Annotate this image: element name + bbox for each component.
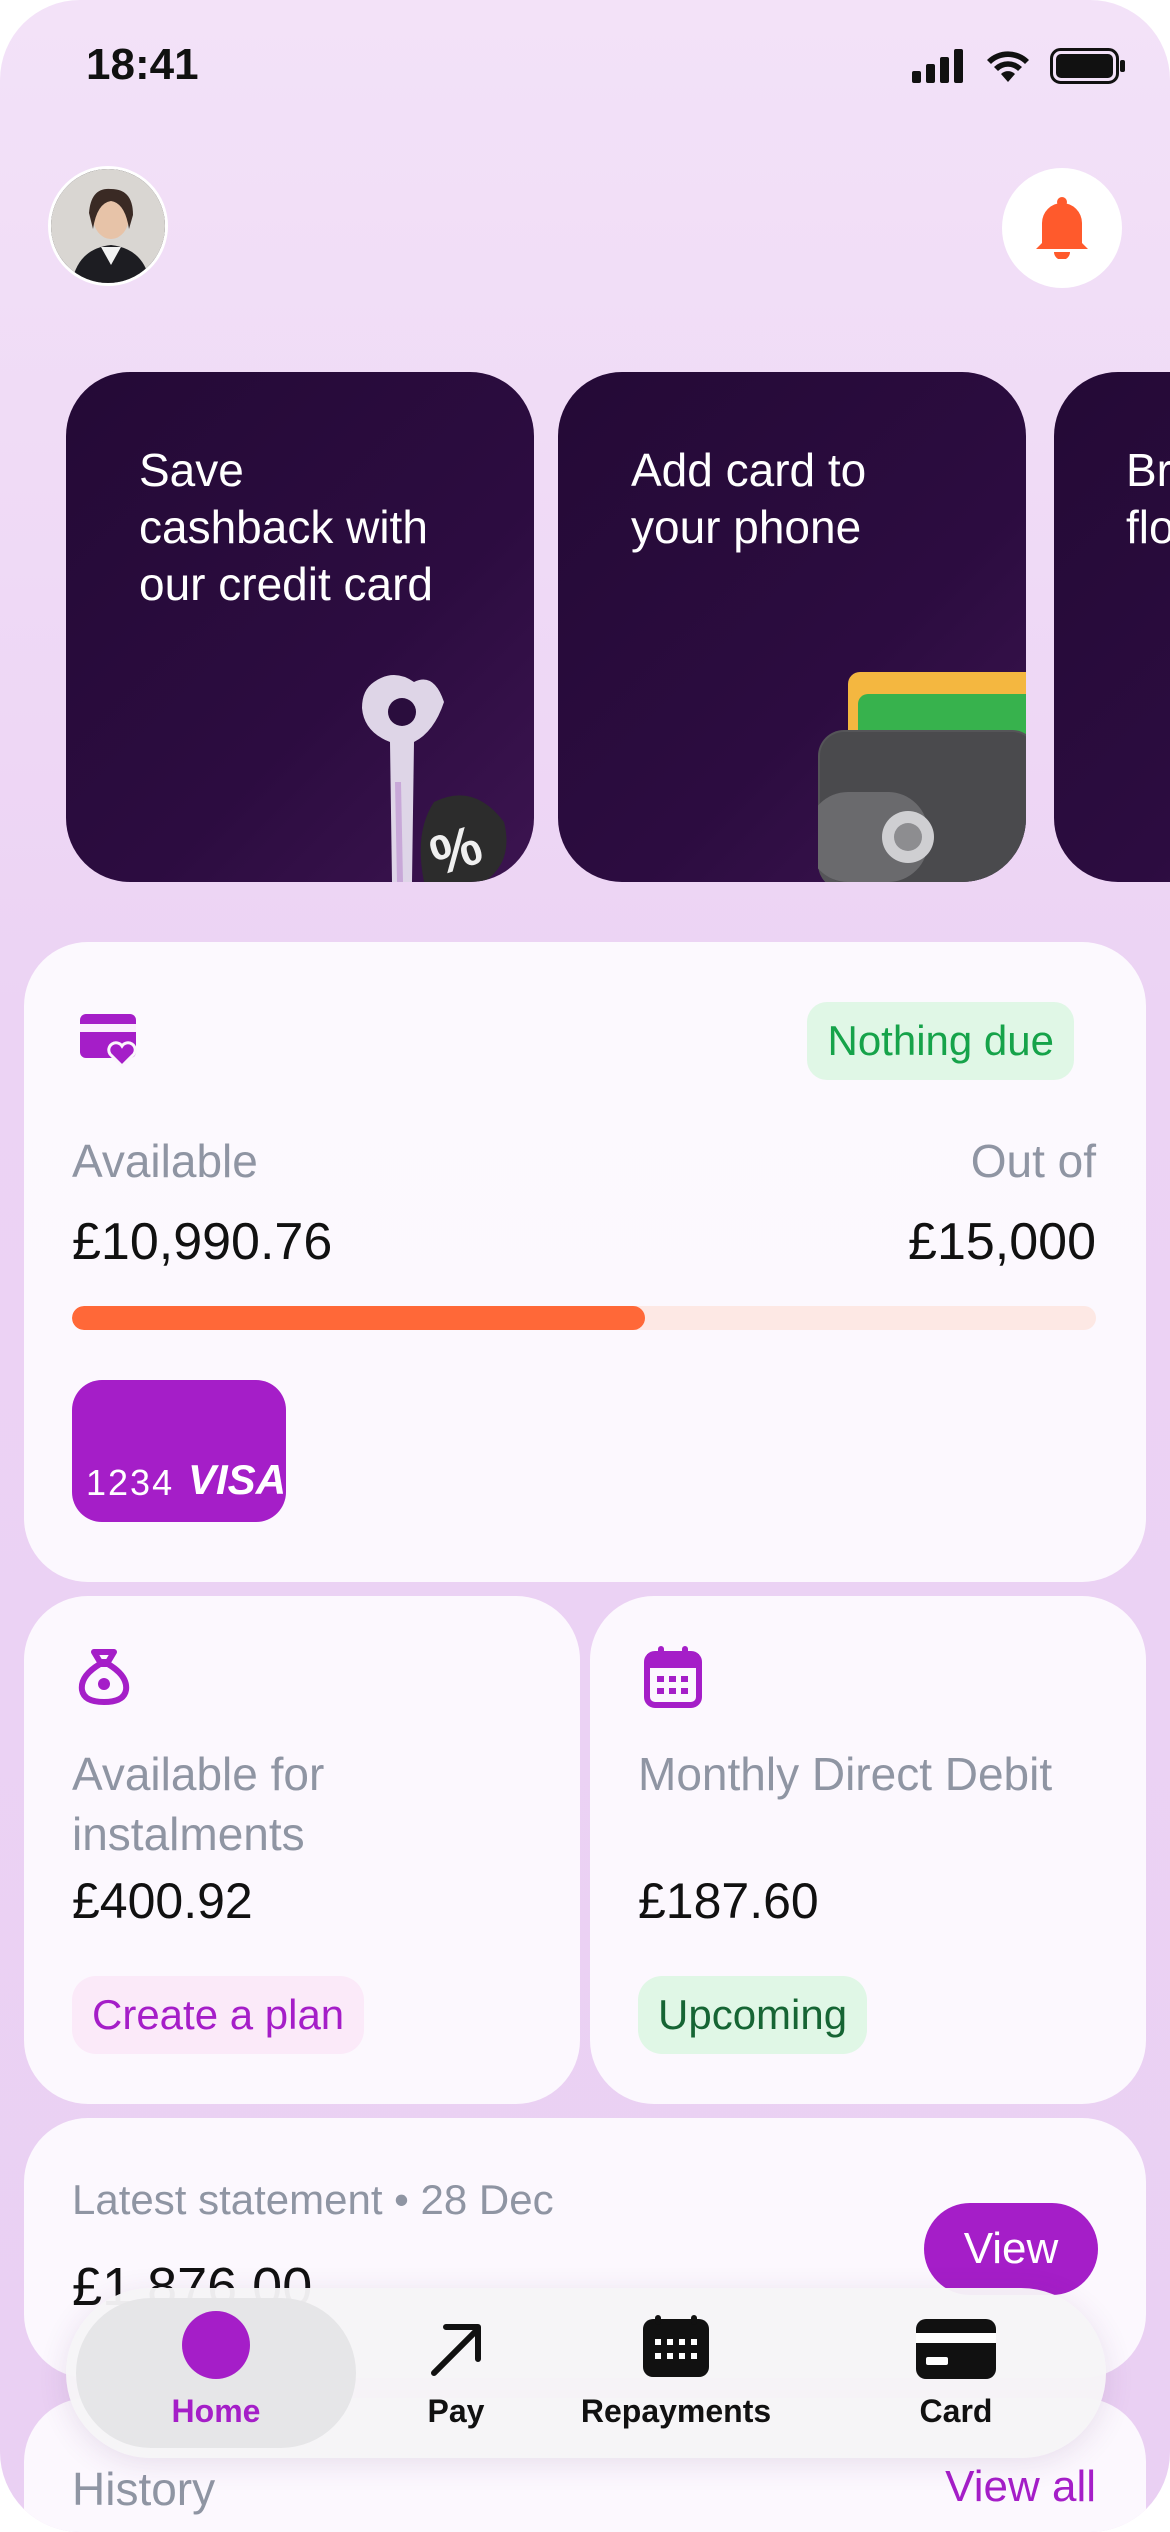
bell-icon <box>1036 197 1088 259</box>
wifi-icon <box>987 51 1029 82</box>
direct-debit-label: Monthly Direct Debit <box>638 1748 1053 1800</box>
available-amount: £10,990.76 <box>72 1213 333 1271</box>
history-title: History <box>72 2463 216 2515</box>
direct-debit-amount: £187.60 <box>638 1873 819 1929</box>
credit-summary-card[interactable]: Nothing due Available £10,990.76 Out of … <box>24 942 1146 1582</box>
calendar-icon <box>643 2315 709 2377</box>
statement-label: Latest statement • 28 Dec <box>72 2176 554 2223</box>
nav-pay[interactable]: Pay <box>396 2288 516 2458</box>
status-badge: Nothing due <box>807 1002 1074 1080</box>
home-icon <box>182 2311 250 2379</box>
view-statement-button[interactable]: View <box>924 2203 1098 2295</box>
available-label: Available <box>72 1135 258 1187</box>
signal-icon <box>912 49 963 83</box>
promo-card-cashback[interactable]: Save cashback with our credit card % <box>66 372 534 882</box>
nav-home[interactable]: Home <box>76 2288 356 2458</box>
promo-text: Add card to your phone <box>631 444 867 553</box>
instalments-label: Available for instalments <box>72 1748 325 1860</box>
status-time: 18:41 <box>86 40 199 89</box>
arrow-up-right-icon <box>431 2324 481 2376</box>
calendar-icon <box>644 1646 702 1708</box>
card-thumbnail[interactable]: 1234 VISA <box>72 1380 286 1522</box>
notifications-button[interactable] <box>1002 168 1122 288</box>
key-percent-illustration: % <box>362 675 507 882</box>
outof-label: Out of <box>970 1135 1096 1187</box>
instalments-card[interactable]: Available for instalments £400.92 Create… <box>24 1596 580 2104</box>
bottom-nav: Home Pay Repayments Card <box>66 2288 1106 2458</box>
promo-text: Save cashback with our credit card <box>139 444 434 610</box>
profile-photo <box>51 169 165 283</box>
direct-debit-card[interactable]: Monthly Direct Debit £187.60 Upcoming <box>590 1596 1146 2104</box>
nav-pay-label: Pay <box>427 2393 485 2429</box>
view-all-link[interactable]: View all <box>945 2462 1096 2512</box>
credit-card-heart-icon <box>80 1014 137 1068</box>
create-plan-button[interactable]: Create a plan <box>72 1976 365 2054</box>
card-icon <box>916 2319 996 2379</box>
nav-repayments[interactable]: Repayments <box>581 2288 771 2458</box>
credit-progress-fill <box>72 1306 646 1330</box>
outof-amount: £15,000 <box>908 1213 1096 1271</box>
instalments-amount: £400.92 <box>72 1873 253 1929</box>
avatar[interactable] <box>48 166 168 286</box>
nav-home-label: Home <box>171 2393 261 2429</box>
promo-card-partial[interactable]: Br flo <box>1054 372 1170 882</box>
card-brand: VISA <box>188 1456 287 1503</box>
promo-text: Br flo <box>1126 444 1170 553</box>
money-bag-icon <box>78 1649 130 1706</box>
promo-carousel[interactable]: Save cashback with our credit card % Add… <box>66 372 1170 882</box>
card-number: 1234 <box>86 1462 175 1503</box>
nav-card[interactable]: Card <box>896 2288 1016 2458</box>
upcoming-badge: Upcoming <box>638 1976 868 2054</box>
status-icons <box>912 48 1126 84</box>
app-screen: 18:41 Save cashback with our credit card… <box>0 0 1170 2532</box>
nav-repayments-label: Repayments <box>580 2393 772 2429</box>
battery-icon <box>1050 48 1125 84</box>
wallet-illustration <box>818 672 1026 882</box>
promo-card-add-to-phone[interactable]: Add card to your phone <box>558 372 1026 882</box>
credit-progress-bar <box>72 1306 1096 1330</box>
nav-card-label: Card <box>919 2393 993 2429</box>
